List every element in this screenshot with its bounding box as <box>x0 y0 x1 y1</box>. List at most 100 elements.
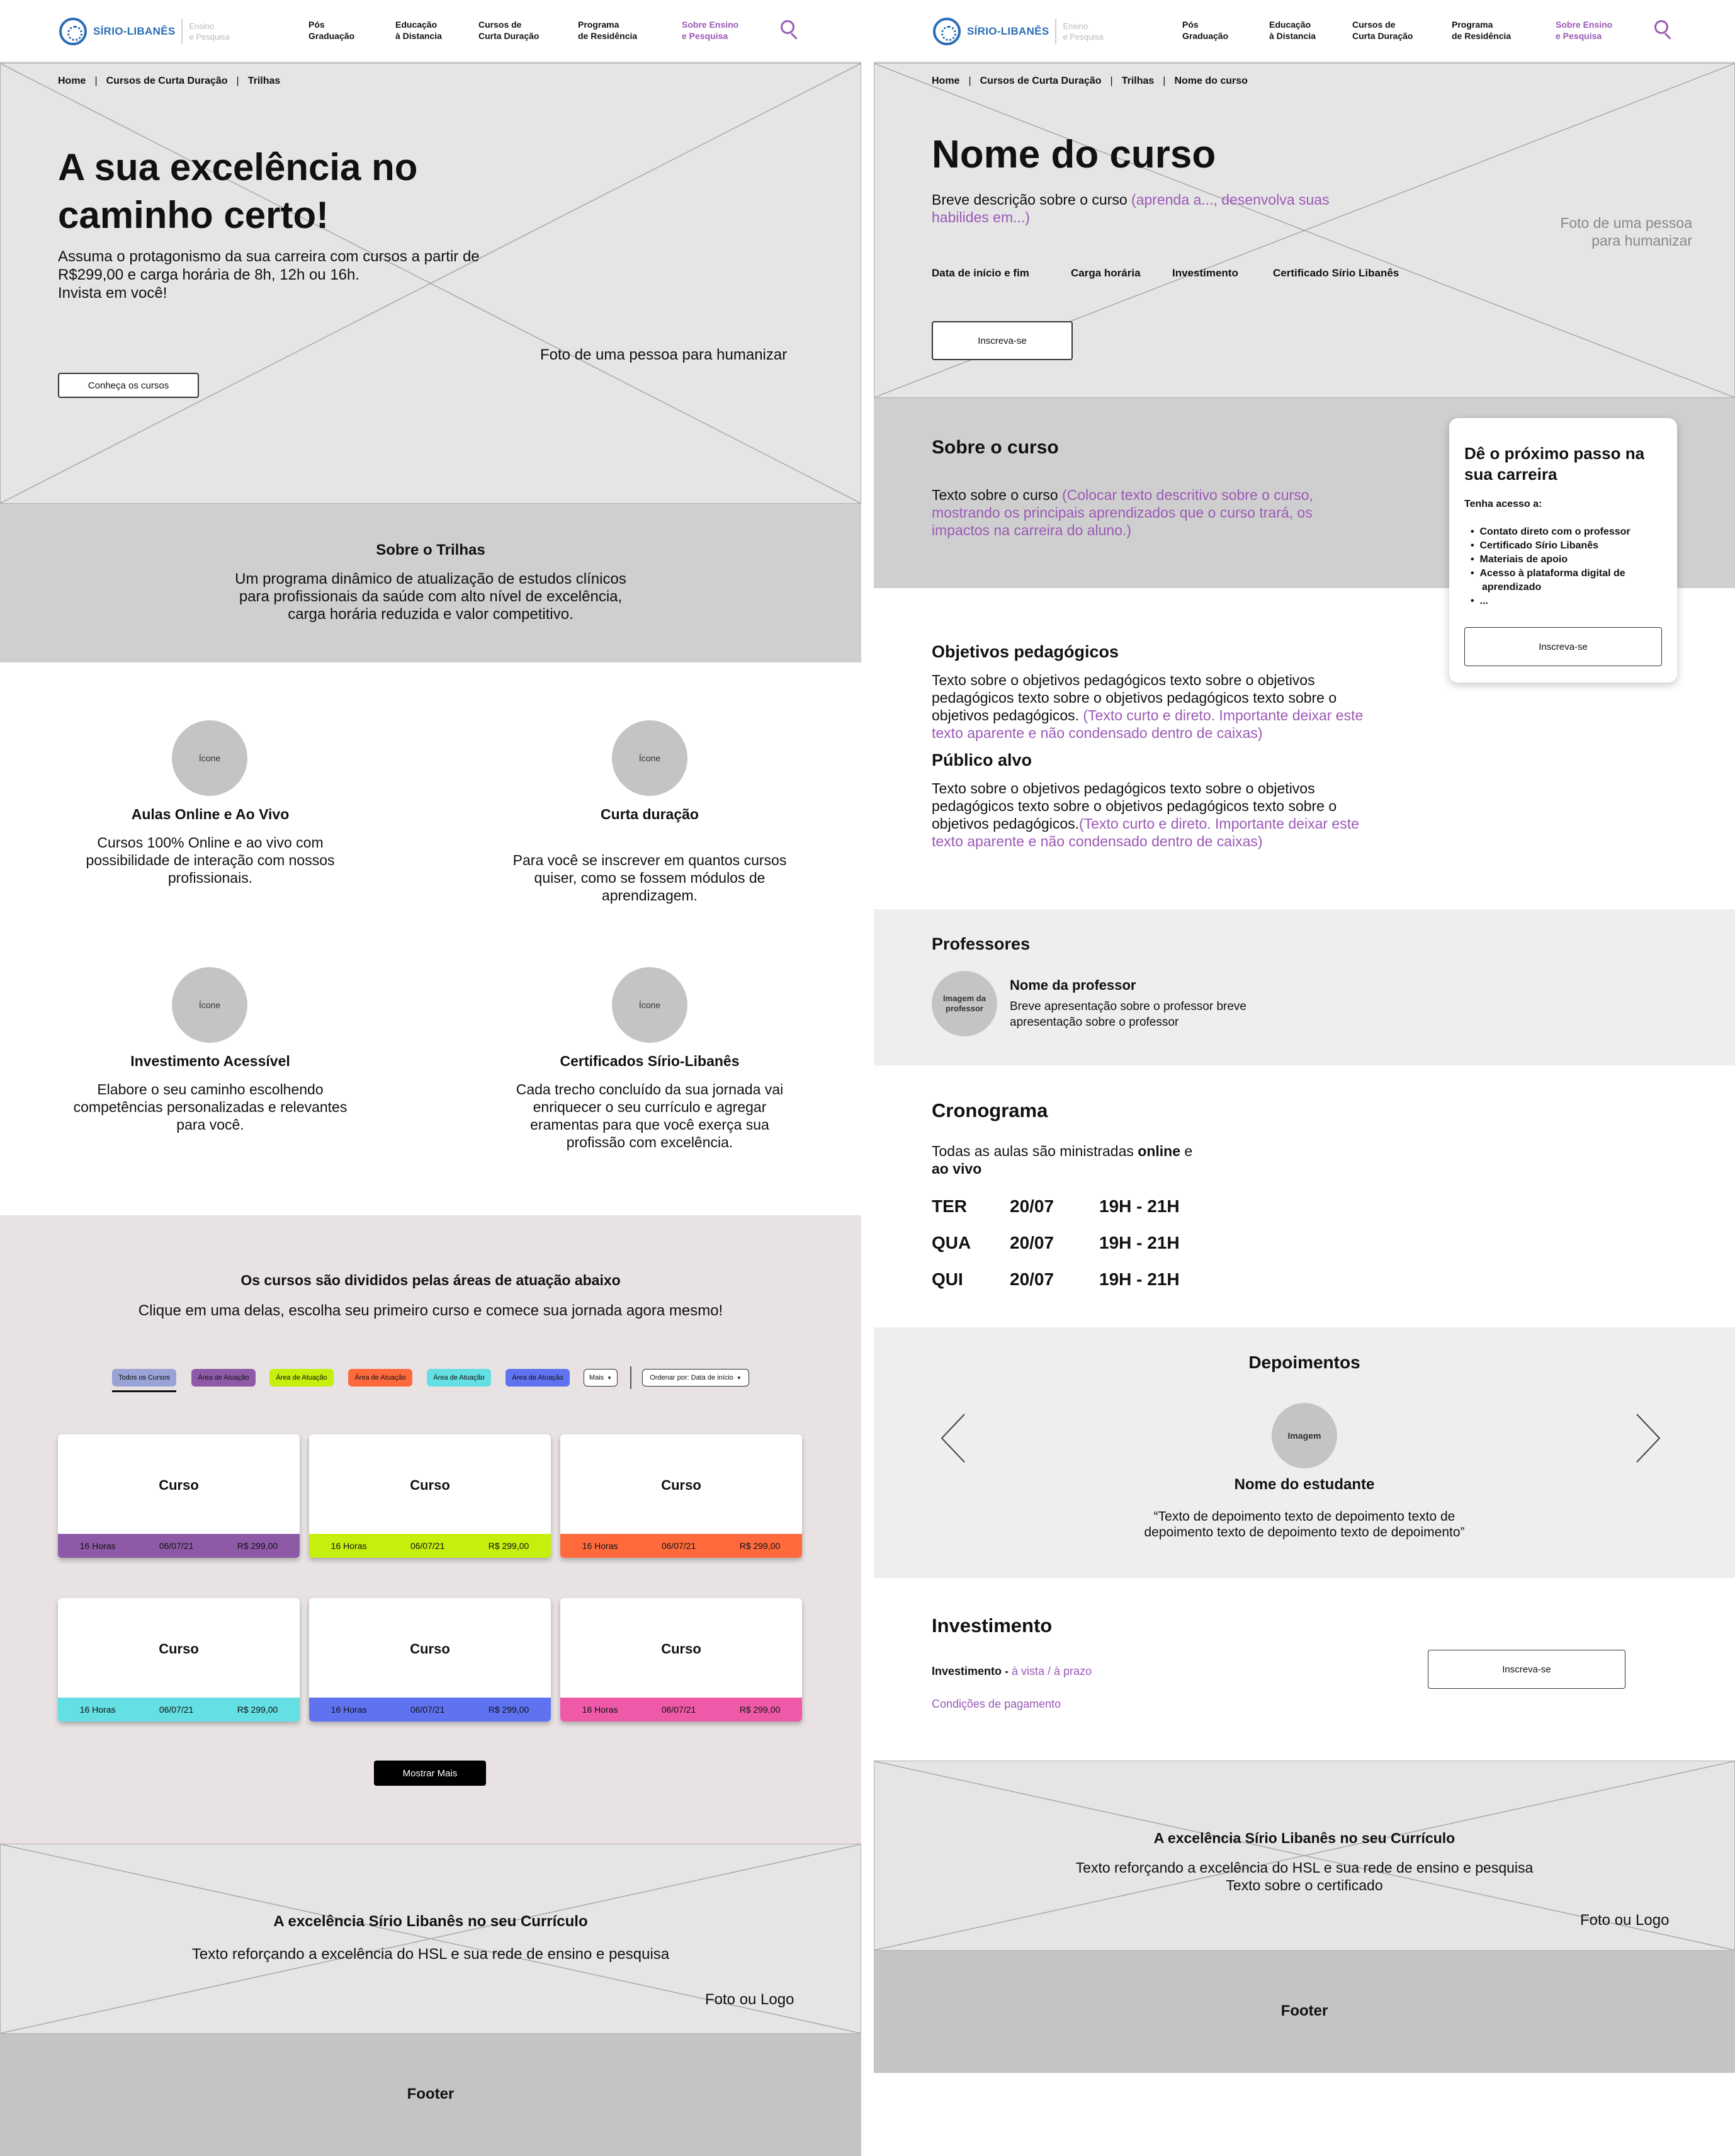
cta-benefits-list: • Contato direto com o professor • Certi… <box>1471 526 1630 606</box>
search-icon[interactable] <box>1654 20 1673 42</box>
footer-label: Footer <box>407 2085 455 2102</box>
investment-inscreva-se-button[interactable]: Inscreva-se <box>1428 1650 1625 1689</box>
course-card[interactable]: Curso 16 Horas 06/07/21 R$ 299,00 <box>309 1434 551 1558</box>
schedule-row: QUA 20/07 19H - 21H <box>932 1233 1180 1252</box>
inscreva-se-button[interactable]: Inscreva-se <box>932 321 1073 360</box>
nav-educacao-distancia[interactable]: Educação à Distancia <box>395 19 442 42</box>
hero-description: Assuma o protagonismo da sua carreira co… <box>58 248 480 302</box>
cta-access-label: Tenha acesso a: <box>1464 499 1542 509</box>
payment-conditions-link[interactable]: Condições de pagamento <box>932 1698 1061 1711</box>
meta-investment: Investimento <box>1172 267 1238 279</box>
breadcrumb-trilhas[interactable]: Trilhas <box>1122 76 1155 87</box>
course-card-info-bar: 16 Horas 06/07/21 R$ 299,00 <box>560 1534 802 1558</box>
professor-avatar: Imagem da professor <box>932 971 997 1036</box>
course-card-info-bar: 16 Horas 06/07/21 R$ 299,00 <box>309 1534 551 1558</box>
chevron-right-icon[interactable] <box>1634 1413 1662 1463</box>
hero-title: A sua excelência no caminho certo! <box>58 146 418 236</box>
meta-certificate: Certificado Sírio Libanês <box>1273 267 1399 279</box>
filter-chip-area[interactable]: Área de Atuação <box>348 1369 412 1387</box>
objectives-title: Objetivos pedagógicos <box>932 642 1119 661</box>
breadcrumb-course[interactable]: Nome do curso <box>1174 76 1247 87</box>
course-card[interactable]: Curso 16 Horas 06/07/21 R$ 299,00 <box>58 1434 300 1558</box>
nav-cursos-curta-duracao[interactable]: Cursos de Curta Duração <box>1352 19 1413 42</box>
course-short-description: Breve descrição sobre o curso (aprenda a… <box>932 191 1330 225</box>
hero-photo-label: Foto de uma pessoa para humanizar <box>1560 215 1692 249</box>
feature-icon: Ícone <box>172 967 247 1043</box>
course-card[interactable]: Curso 16 Horas 06/07/21 R$ 299,00 <box>58 1598 300 1722</box>
nav-pos-graduacao[interactable]: Pós Graduação <box>308 19 354 42</box>
schedule-row: QUI 20/07 19H - 21H <box>932 1269 1180 1289</box>
conheca-cursos-button[interactable]: Conheça os cursos <box>58 373 199 398</box>
chevron-left-icon[interactable] <box>939 1413 967 1463</box>
feature-icon: Ícone <box>612 967 687 1043</box>
student-avatar: Imagem <box>1272 1403 1337 1468</box>
feature-text: Cada trecho concluído da sua jornada vai… <box>516 1081 784 1150</box>
course-card[interactable]: Curso 16 Horas 06/07/21 R$ 299,00 <box>560 1598 802 1722</box>
professor-bio: Breve apresentação sobre o professor bre… <box>1010 1000 1246 1029</box>
more-dropdown[interactable]: Mais ▼ <box>584 1369 618 1387</box>
trilhas-landing-page: SÍRIO-LIBANÊS Ensino e Pesquisa Pós Gradua… <box>0 0 861 2156</box>
sort-dropdown[interactable]: Ordenar por: Data de início ▼ <box>642 1369 749 1387</box>
logo-icon <box>933 18 961 45</box>
feature-title: Investimento Acessível <box>130 1053 290 1069</box>
breadcrumb-cursos[interactable]: Cursos de Curta Duração <box>980 76 1102 87</box>
filter-chip-todos[interactable]: Todos os Cursos <box>112 1369 176 1387</box>
investment-title: Investimento <box>932 1614 1053 1637</box>
meta-dates: Data de início e fim <box>932 267 1029 279</box>
top-navbar: SÍRIO-LIBANÊS Ensino e Pesquisa Pós Gradua… <box>0 0 861 63</box>
show-more-button[interactable]: Mostrar Mais <box>374 1761 486 1786</box>
cta-inscreva-se-button[interactable]: Inscreva-se <box>1464 627 1662 666</box>
active-tab-underline <box>112 1390 176 1392</box>
feature-icon: Ícone <box>172 720 247 796</box>
filter-chip-area[interactable]: Área de Atuação <box>191 1369 256 1387</box>
filter-chip-area[interactable]: Área de Atuação <box>269 1369 334 1387</box>
professors-title: Professores <box>932 934 1031 953</box>
nav-programa-residencia[interactable]: Programa de Residência <box>578 19 637 42</box>
chevron-down-icon: ▼ <box>607 1375 613 1381</box>
logo-subtitle: Ensino e Pesquisa <box>1063 21 1104 42</box>
filter-divider <box>630 1366 631 1389</box>
areas-subtitle: Clique em uma delas, escolha seu primeir… <box>138 1302 723 1319</box>
logo-divider <box>1055 19 1057 44</box>
professors-section <box>874 909 1735 1065</box>
course-card-info-bar: 16 Horas 06/07/21 R$ 299,00 <box>309 1698 551 1722</box>
feature-title: Aulas Online e Ao Vivo <box>131 806 290 822</box>
nav-programa-residencia[interactable]: Programa de Residência <box>1452 19 1511 42</box>
feature-text: Elabore o seu caminho escolhendo competên… <box>73 1081 348 1133</box>
filter-chip-area[interactable]: Área de Atuação <box>506 1369 570 1387</box>
course-card[interactable]: Curso 16 Horas 06/07/21 R$ 299,00 <box>560 1434 802 1558</box>
breadcrumb-home[interactable]: Home <box>58 76 86 87</box>
feature-text: Para você se inscrever em quantos cursos… <box>512 852 787 904</box>
search-icon[interactable] <box>781 20 800 42</box>
breadcrumb-cursos[interactable]: Cursos de Curta Duração <box>106 76 228 87</box>
excellence-title: A excelência Sírio Libanês no seu Curríc… <box>273 1913 588 1930</box>
filter-chip-area[interactable]: Área de Atuação <box>427 1369 491 1387</box>
nav-sobre-ensino[interactable]: Sobre Ensino e Pesquisa <box>682 19 738 42</box>
areas-title: Os cursos são divididos pelas áreas de a… <box>240 1272 621 1288</box>
breadcrumb-trilhas[interactable]: Trilhas <box>248 76 281 87</box>
cta-card: Dê o próximo passo na sua carreira Tenha … <box>1449 418 1677 683</box>
testimonials-title: Depoimentos <box>1248 1353 1360 1372</box>
excellence-text: Texto reforçando a excelência do HSL e s… <box>191 1946 670 1963</box>
nav-cursos-curta-duracao[interactable]: Cursos de Curta Duração <box>478 19 539 42</box>
about-title: Sobre o Trilhas <box>376 542 485 559</box>
nav-pos-graduacao[interactable]: Pós Graduação <box>1182 19 1228 42</box>
course-card[interactable]: Curso 16 Horas 06/07/21 R$ 299,00 <box>309 1598 551 1722</box>
excellence-text: Texto reforçando a excelência do HSL e s… <box>1075 1859 1534 1893</box>
brand-logo[interactable]: SÍRIO-LIBANÊS Ensino e Pesquisa <box>933 16 1104 47</box>
brand-logo[interactable]: SÍRIO-LIBANÊS Ensino e Pesquisa <box>59 16 230 47</box>
student-name: Nome do estudante <box>1234 1476 1375 1493</box>
breadcrumb-home[interactable]: Home <box>932 76 959 87</box>
nav-sobre-ensino[interactable]: Sobre Ensino e Pesquisa <box>1556 19 1612 42</box>
logo-subtitle: Ensino e Pesquisa <box>189 21 230 42</box>
breadcrumb: Home | Cursos de Curta Duração | Trilhas <box>58 76 281 87</box>
top-navbar: SÍRIO-LIBANÊS Ensino e Pesquisa Pós Gradua… <box>874 0 1735 63</box>
about-course-text: Texto sobre o curso (Colocar texto descr… <box>932 487 1313 538</box>
excellence-photo-label: Foto ou Logo <box>1580 1912 1670 1929</box>
nav-educacao-distancia[interactable]: Educação à Distancia <box>1269 19 1316 42</box>
schedule-row: TER 20/07 19H - 21H <box>932 1196 1180 1216</box>
cta-title: Dê o próximo passo na sua carreira <box>1464 444 1645 484</box>
about-text: Um programa dinâmico de atualização de e… <box>235 570 626 623</box>
chevron-down-icon: ▼ <box>736 1375 742 1381</box>
feature-title: Curta duração <box>601 806 699 822</box>
